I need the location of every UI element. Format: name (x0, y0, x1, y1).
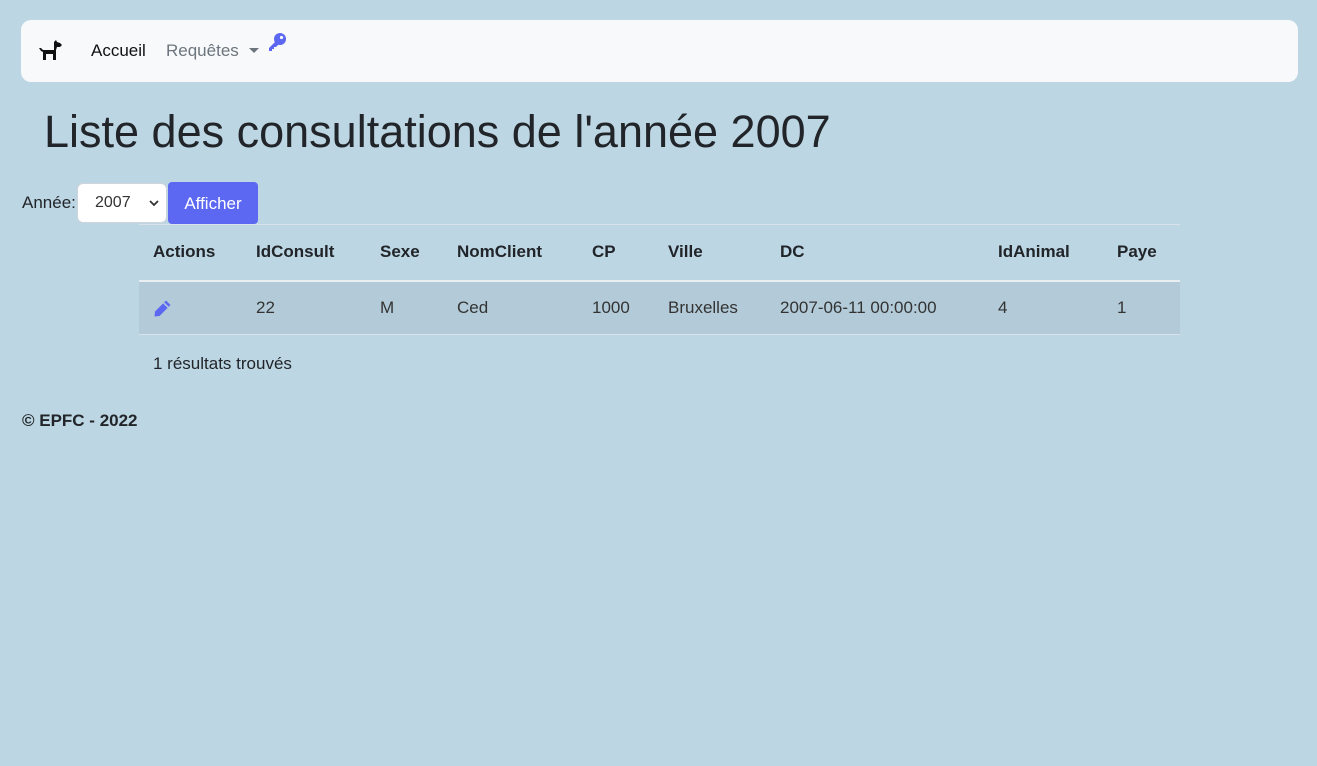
column-header-cp: CP (592, 242, 616, 262)
table-row: 22 M Ced 1000 Bruxelles 2007-06-11 00:00… (139, 280, 1180, 335)
consultations-table: Actions IdConsult Sexe NomClient CP Vill… (139, 224, 1180, 335)
results-count: 1 résultats trouvés (153, 354, 292, 373)
cell-nomclient: Ced (457, 297, 489, 317)
column-header-idanimal: IdAnimal (998, 242, 1070, 262)
cell-idconsult: 22 (256, 297, 275, 317)
column-header-idconsult: IdConsult (256, 242, 335, 262)
navbar: Accueil Requêtes (21, 20, 1298, 82)
page-title: Liste des consultations de l'année 2007 (44, 106, 831, 157)
footer-copyright: © EPFC - 2022 (22, 411, 138, 430)
cell-cp: 1000 (592, 297, 630, 317)
column-header-nomclient: NomClient (457, 242, 542, 262)
column-header-ville: Ville (668, 242, 703, 262)
year-select-value: 2007 (95, 194, 131, 211)
year-select[interactable]: 2007 (77, 183, 167, 223)
cell-paye: 1 (1117, 297, 1127, 317)
nav-home-link[interactable]: Accueil (91, 40, 146, 62)
cell-sexe: M (380, 297, 395, 317)
cell-idanimal: 4 (998, 297, 1008, 317)
afficher-button[interactable]: Afficher (168, 182, 258, 224)
year-label: Année: (22, 193, 76, 212)
column-header-actions: Actions (153, 242, 216, 262)
actions-cell (139, 281, 242, 335)
cell-ville: Bruxelles (668, 297, 738, 317)
column-header-dc: DC (780, 242, 805, 262)
caret-down-icon[interactable] (249, 48, 259, 53)
key-icon[interactable] (266, 31, 288, 53)
pencil-icon[interactable] (153, 299, 172, 318)
column-header-sexe: Sexe (380, 242, 420, 262)
table-header-row: Actions IdConsult Sexe NomClient CP Vill… (139, 224, 1180, 281)
dog-icon[interactable] (38, 39, 64, 63)
column-header-paye: Paye (1117, 242, 1157, 262)
cell-dc: 2007-06-11 00:00:00 (780, 297, 937, 317)
nav-requests-dropdown[interactable]: Requêtes (166, 40, 239, 62)
chevron-down-icon (149, 200, 159, 207)
